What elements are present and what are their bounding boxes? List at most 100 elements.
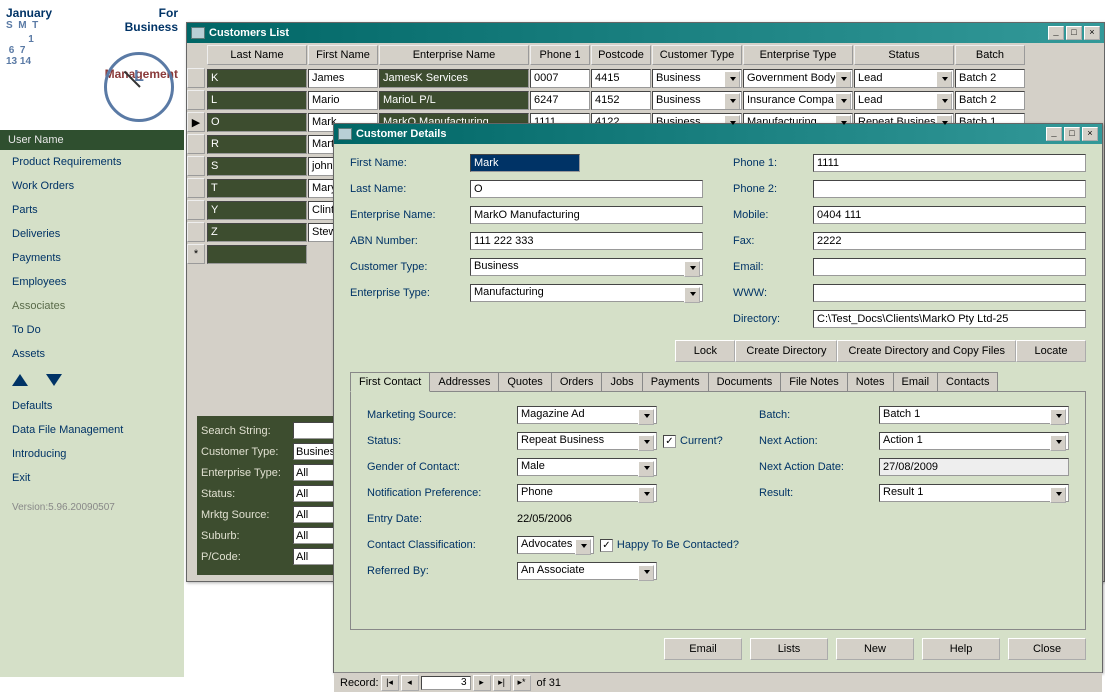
col-header-postcode[interactable]: Postcode xyxy=(591,45,651,65)
list-titlebar[interactable]: Customers List _ □ × xyxy=(187,23,1104,43)
maximize-button[interactable]: □ xyxy=(1066,26,1082,40)
col-header-enterprise-name[interactable]: Enterprise Name xyxy=(379,45,529,65)
phone2-input[interactable] xyxy=(813,180,1086,198)
current-checkbox[interactable]: ✓ xyxy=(663,435,676,448)
cell-ln[interactable]: L xyxy=(207,91,307,110)
cell-pc[interactable]: 4415 xyxy=(591,69,651,88)
www-input[interactable] xyxy=(813,284,1086,302)
col-header-first-name[interactable]: First Name xyxy=(308,45,378,65)
locate-button[interactable]: Locate xyxy=(1016,340,1086,362)
minimize-button[interactable]: _ xyxy=(1048,26,1064,40)
cell-et[interactable]: Insurance Compa xyxy=(743,91,853,110)
email-input[interactable] xyxy=(813,258,1086,276)
table-row[interactable]: LMarioMarioL P/L62474152BusinessInsuranc… xyxy=(187,89,1104,111)
cell-ln[interactable]: Z xyxy=(207,223,307,242)
tab-orders[interactable]: Orders xyxy=(551,372,603,391)
customer-type-select[interactable]: Business xyxy=(470,258,703,276)
lists-button[interactable]: Lists xyxy=(750,638,828,660)
row-selector[interactable] xyxy=(187,156,205,176)
happy-checkbox[interactable]: ✓ xyxy=(600,539,613,552)
directory-input[interactable] xyxy=(813,310,1086,328)
last-name-input[interactable] xyxy=(470,180,703,198)
result-select[interactable]: Result 1 xyxy=(879,484,1069,502)
batch-select[interactable]: Batch 1 xyxy=(879,406,1069,424)
nav-item-payments[interactable]: Payments xyxy=(0,246,184,270)
nav-item-parts[interactable]: Parts xyxy=(0,198,184,222)
row-selector[interactable] xyxy=(187,134,205,154)
table-row[interactable]: KJamesJamesK Services00074415BusinessGov… xyxy=(187,67,1104,89)
cell-en[interactable]: JamesK Services xyxy=(379,69,529,88)
abn-input[interactable] xyxy=(470,232,703,250)
cell-ln[interactable]: T xyxy=(207,179,307,198)
cell-ct[interactable]: Business xyxy=(652,91,742,110)
nav-item-defaults[interactable]: Defaults xyxy=(0,394,184,418)
col-header-customer-type[interactable]: Customer Type xyxy=(652,45,742,65)
next-action-select[interactable]: Action 1 xyxy=(879,432,1069,450)
next-action-date-input[interactable] xyxy=(879,458,1069,476)
cell-ln[interactable]: Y xyxy=(207,201,307,220)
tab-notes[interactable]: Notes xyxy=(847,372,894,391)
nav-item-work-orders[interactable]: Work Orders xyxy=(0,174,184,198)
gender-select[interactable]: Male xyxy=(517,458,657,476)
cell-ln[interactable]: R xyxy=(207,135,307,154)
nav-item-deliveries[interactable]: Deliveries xyxy=(0,222,184,246)
status-select[interactable]: Repeat Business xyxy=(517,432,657,450)
lock-button[interactable]: Lock xyxy=(675,340,735,362)
tab-jobs[interactable]: Jobs xyxy=(601,372,642,391)
cell-b[interactable]: Batch 2 xyxy=(955,69,1025,88)
tab-quotes[interactable]: Quotes xyxy=(498,372,551,391)
marketing-source-select[interactable]: Magazine Ad xyxy=(517,406,657,424)
maximize-button[interactable]: □ xyxy=(1064,127,1080,141)
row-selector[interactable] xyxy=(187,68,205,88)
cell-p1[interactable]: 6247 xyxy=(530,91,590,110)
tab-first-contact[interactable]: First Contact xyxy=(350,372,430,392)
cell-ln[interactable]: K xyxy=(207,69,307,88)
help-button[interactable]: Help xyxy=(922,638,1000,660)
phone1-input[interactable] xyxy=(813,154,1086,172)
col-header-last-name[interactable]: Last Name xyxy=(207,45,307,65)
contact-class-select[interactable]: Advocates xyxy=(517,536,594,554)
tab-contacts[interactable]: Contacts xyxy=(937,372,998,391)
row-selector[interactable] xyxy=(187,90,205,110)
nav-item-product-requirements[interactable]: Product Requirements xyxy=(0,150,184,174)
nav-item-introducing[interactable]: Introducing xyxy=(0,442,184,466)
nav-item-data-file-management[interactable]: Data File Management xyxy=(0,418,184,442)
nav-item-exit[interactable]: Exit xyxy=(0,466,184,490)
tab-documents[interactable]: Documents xyxy=(708,372,782,391)
detail-titlebar[interactable]: Customer Details _ □ × xyxy=(334,124,1102,144)
create-directory-button[interactable]: Create Directory xyxy=(735,340,837,362)
notif-pref-select[interactable]: Phone xyxy=(517,484,657,502)
cell-et[interactable]: Government Body xyxy=(743,69,853,88)
cell-ln[interactable]: S xyxy=(207,157,307,176)
col-header-batch[interactable]: Batch xyxy=(955,45,1025,65)
cell-ln[interactable]: O xyxy=(207,113,307,132)
cell-en[interactable]: MarioL P/L xyxy=(379,91,529,110)
nav-item-associates[interactable]: Associates xyxy=(0,294,184,318)
mobile-input[interactable] xyxy=(813,206,1086,224)
fax-input[interactable] xyxy=(813,232,1086,250)
cell-st[interactable]: Lead xyxy=(854,91,954,110)
enterprise-type-select[interactable]: Manufacturing xyxy=(470,284,703,302)
row-selector[interactable] xyxy=(187,200,205,220)
col-header-status[interactable]: Status xyxy=(854,45,954,65)
tab-email[interactable]: Email xyxy=(893,372,939,391)
cell-fn[interactable]: Mario xyxy=(308,91,378,110)
referred-by-select[interactable]: An Associate xyxy=(517,562,657,580)
cell-fn[interactable]: James xyxy=(308,69,378,88)
cell-p1[interactable]: 0007 xyxy=(530,69,590,88)
tab-file-notes[interactable]: File Notes xyxy=(780,372,848,391)
close-button[interactable]: × xyxy=(1084,26,1100,40)
row-selector[interactable] xyxy=(187,222,205,242)
cell-b[interactable]: Batch 2 xyxy=(955,91,1025,110)
new-button[interactable]: New xyxy=(836,638,914,660)
create-directory-copy-button[interactable]: Create Directory and Copy Files xyxy=(837,340,1016,362)
cell-st[interactable]: Lead xyxy=(854,69,954,88)
cell-ln[interactable] xyxy=(207,245,307,264)
close-button[interactable]: × xyxy=(1082,127,1098,141)
row-selector[interactable]: ▶ xyxy=(187,112,205,132)
record-number-input[interactable] xyxy=(421,676,471,690)
tab-addresses[interactable]: Addresses xyxy=(429,372,499,391)
col-header-enterprise-type[interactable]: Enterprise Type xyxy=(743,45,853,65)
email-button[interactable]: Email xyxy=(664,638,742,660)
enterprise-name-input[interactable] xyxy=(470,206,703,224)
